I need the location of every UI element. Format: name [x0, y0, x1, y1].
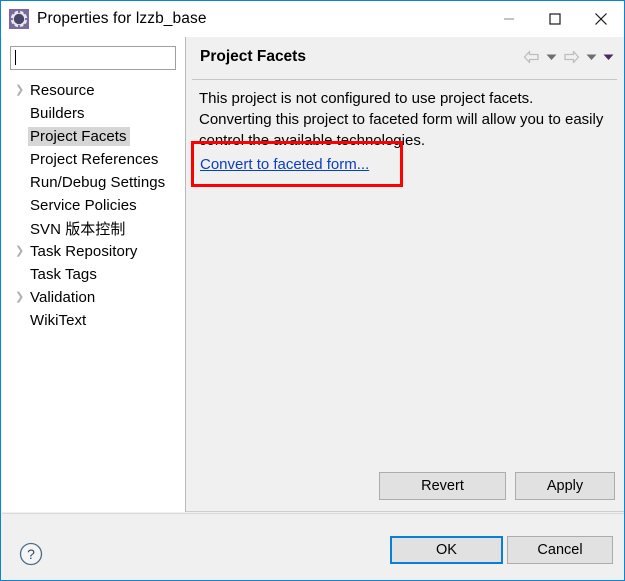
sidebar-item-label: WikiText: [30, 312, 87, 329]
window-controls: [486, 1, 624, 37]
panel-navigation: [521, 47, 616, 67]
chevron-placeholder-icon: ❯: [15, 223, 30, 234]
sidebar-item-builders[interactable]: ❯ Builders: [2, 102, 185, 125]
sidebar-item-wikitext[interactable]: ❯ WikiText: [2, 309, 185, 332]
properties-dialog: Properties for lzzb_base ❯ Resource Buil…: [0, 0, 625, 581]
sidebar-item-task-tags[interactable]: ❯ Task Tags: [2, 263, 185, 286]
ok-button[interactable]: OK: [390, 536, 503, 564]
sidebar-item-label: Task Tags: [30, 266, 97, 283]
sidebar-item-run-debug-settings[interactable]: ❯ Run/Debug Settings: [2, 171, 185, 194]
text-caret: [15, 50, 16, 65]
panel-content: This project is not configured to use pr…: [186, 80, 624, 468]
panel-bottom-divider: [186, 511, 624, 512]
sidebar-item-label: Service Policies: [30, 197, 137, 214]
help-icon[interactable]: ?: [18, 541, 44, 567]
sidebar-item-label: Run/Debug Settings: [30, 174, 166, 191]
maximize-button[interactable]: [532, 1, 578, 37]
sidebar-item-resource[interactable]: ❯ Resource: [2, 79, 185, 102]
apply-button[interactable]: Apply: [515, 472, 615, 500]
chevron-placeholder-icon: ❯: [15, 269, 30, 280]
chevron-right-icon[interactable]: ❯: [15, 85, 30, 96]
panel-action-buttons: Revert Apply: [186, 472, 624, 500]
chevron-placeholder-icon: ❯: [15, 108, 30, 119]
sidebar-item-label: Task Repository: [30, 243, 138, 260]
filter-input[interactable]: [10, 46, 176, 70]
view-menu-icon[interactable]: [601, 47, 616, 67]
dialog-body: ❯ Resource ❯ Builders ❯ Project Facets ❯…: [2, 37, 624, 546]
sidebar-item-validation[interactable]: ❯ Validation: [2, 286, 185, 309]
sidebar-item-service-policies[interactable]: ❯ Service Policies: [2, 194, 185, 217]
settings-tree[interactable]: ❯ Resource ❯ Builders ❯ Project Facets ❯…: [2, 79, 185, 474]
panel-description: This project is not configured to use pr…: [199, 90, 604, 149]
sidebar-item-project-references[interactable]: ❯ Project References: [2, 148, 185, 171]
sidebar-item-label: Project Facets: [28, 127, 130, 146]
back-arrow-icon[interactable]: [521, 47, 542, 67]
chevron-right-icon[interactable]: ❯: [15, 246, 30, 257]
chevron-placeholder-icon: ❯: [15, 154, 30, 165]
svg-text:?: ?: [27, 546, 35, 562]
back-chevron-down-icon[interactable]: [544, 47, 559, 67]
chevron-placeholder-icon: ❯: [15, 177, 30, 188]
sidebar-item-label: Project References: [30, 151, 159, 168]
forward-chevron-down-icon[interactable]: [584, 47, 599, 67]
sidebar-item-label: Resource: [30, 82, 95, 99]
sidebar-item-task-repository[interactable]: ❯ Task Repository: [2, 240, 185, 263]
chevron-placeholder-icon: ❯: [15, 315, 30, 326]
forward-arrow-icon[interactable]: [561, 47, 582, 67]
chevron-placeholder-icon: ❯: [15, 200, 30, 211]
gear-icon: [9, 9, 29, 29]
sidebar-item-label: SVN 版本控制: [30, 221, 126, 238]
minimize-button[interactable]: [486, 1, 532, 37]
project-facets-panel: Project Facets This project is not confi…: [186, 37, 624, 512]
sidebar-item-svn[interactable]: ❯ SVN 版本控制: [2, 217, 185, 240]
chevron-right-icon[interactable]: ❯: [15, 292, 30, 303]
cancel-button[interactable]: Cancel: [507, 536, 613, 564]
revert-button[interactable]: Revert: [379, 472, 506, 500]
sidebar-item-project-facets[interactable]: ❯ Project Facets: [2, 125, 185, 148]
close-button[interactable]: [578, 1, 624, 37]
sidebar-item-label: Validation: [30, 289, 96, 306]
dialog-footer: ? OK Cancel: [2, 513, 624, 580]
page-title: Project Facets: [200, 48, 306, 65]
window-title: Properties for lzzb_base: [37, 10, 207, 27]
sidebar-item-label: Builders: [30, 105, 85, 122]
convert-to-faceted-form-link[interactable]: Convert to faceted form...: [200, 156, 369, 173]
settings-tree-pane: ❯ Resource ❯ Builders ❯ Project Facets ❯…: [2, 37, 185, 546]
title-bar: Properties for lzzb_base: [1, 1, 624, 37]
panel-header: Project Facets: [186, 37, 624, 79]
